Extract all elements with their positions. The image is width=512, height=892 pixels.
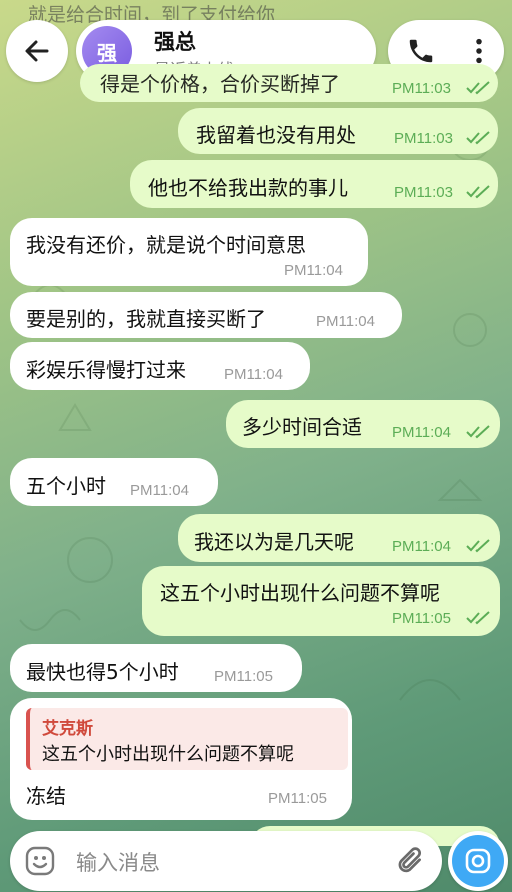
- camera-icon: [465, 848, 491, 874]
- message-bubble[interactable]: 得是个价格，合价买断掉了 PM11:03: [80, 64, 498, 102]
- double-check-icon: [466, 131, 490, 145]
- message-input-bar[interactable]: 输入消息: [10, 831, 442, 891]
- contact-name: 强总: [154, 30, 196, 54]
- message-bubble[interactable]: 他也不给我出款的事儿 PM11:03: [130, 160, 498, 208]
- double-check-icon: [466, 425, 490, 439]
- message-time: PM11:05: [392, 610, 451, 627]
- double-check-icon: [466, 81, 490, 95]
- message-time: PM11:04: [130, 482, 189, 499]
- double-check-icon: [466, 185, 490, 199]
- message-bubble[interactable]: 我还以为是几天呢 PM11:04: [178, 514, 500, 562]
- double-check-icon: [466, 611, 490, 625]
- message-time: PM11:04: [392, 538, 451, 555]
- message-bubble[interactable]: 多少时间合适 PM11:04: [226, 400, 500, 448]
- reply-author: 艾克斯: [42, 719, 93, 739]
- message-time: PM11:03: [394, 184, 453, 201]
- more-vertical-icon[interactable]: [464, 36, 494, 66]
- message-input-placeholder[interactable]: 输入消息: [76, 847, 160, 877]
- message-text: 我留着也没有用处: [196, 123, 356, 147]
- message-bubble[interactable]: 彩娱乐得慢打过来 PM11:04: [10, 342, 310, 390]
- emoji-icon[interactable]: [24, 845, 56, 877]
- message-text: 彩娱乐得慢打过来: [26, 358, 186, 382]
- message-time: PM11:03: [394, 130, 453, 147]
- message-bubble[interactable]: 要是别的，我就直接买断了 PM11:04: [10, 292, 402, 338]
- reply-quote[interactable]: 艾克斯 这五个小时出现什么问题不算呢: [26, 708, 348, 770]
- message-time: PM11:04: [284, 262, 343, 279]
- message-time: PM11:04: [316, 313, 375, 330]
- message-text: 要是别的，我就直接买断了: [26, 307, 266, 331]
- message-text: 得是个价格，合价买断掉了: [100, 72, 340, 96]
- back-button[interactable]: [6, 20, 68, 82]
- message-text: 我没有还价，就是说个时间意思: [26, 233, 306, 257]
- message-bubble[interactable]: 最快也得5个小时 PM11:05: [10, 644, 302, 692]
- message-time: PM11:05: [268, 790, 327, 807]
- reply-message-bubble[interactable]: 艾克斯 这五个小时出现什么问题不算呢 冻结 PM11:05: [10, 698, 352, 820]
- message-bubble[interactable]: 我没有还价，就是说个时间意思 PM11:04: [10, 218, 368, 286]
- message-time: PM11:05: [214, 668, 273, 685]
- message-bubble[interactable]: 五个小时 PM11:04: [10, 458, 218, 506]
- message-text: 冻结: [26, 784, 66, 808]
- message-time: PM11:03: [392, 80, 451, 97]
- message-time: PM11:04: [392, 424, 451, 441]
- message-time: PM11:04: [224, 366, 283, 383]
- message-text: 最快也得5个小时: [26, 660, 179, 684]
- message-text: 这五个小时出现什么问题不算呢: [160, 581, 440, 605]
- camera-button[interactable]: [448, 831, 508, 891]
- phone-icon[interactable]: [406, 36, 436, 66]
- back-arrow-icon: [25, 40, 49, 62]
- message-bubble[interactable]: 这五个小时出现什么问题不算呢 PM11:05: [142, 566, 500, 636]
- message-text: 我还以为是几天呢: [194, 530, 354, 554]
- camera-button-fill[interactable]: [452, 835, 504, 887]
- double-check-icon: [466, 539, 490, 553]
- attachment-icon[interactable]: [396, 845, 426, 877]
- message-text: 五个小时: [26, 474, 106, 498]
- message-text: 他也不给我出款的事儿: [148, 176, 348, 200]
- message-text: 多少时间合适: [242, 415, 362, 439]
- reply-text: 这五个小时出现什么问题不算呢: [42, 744, 294, 765]
- message-bubble[interactable]: 我留着也没有用处 PM11:03: [178, 108, 498, 154]
